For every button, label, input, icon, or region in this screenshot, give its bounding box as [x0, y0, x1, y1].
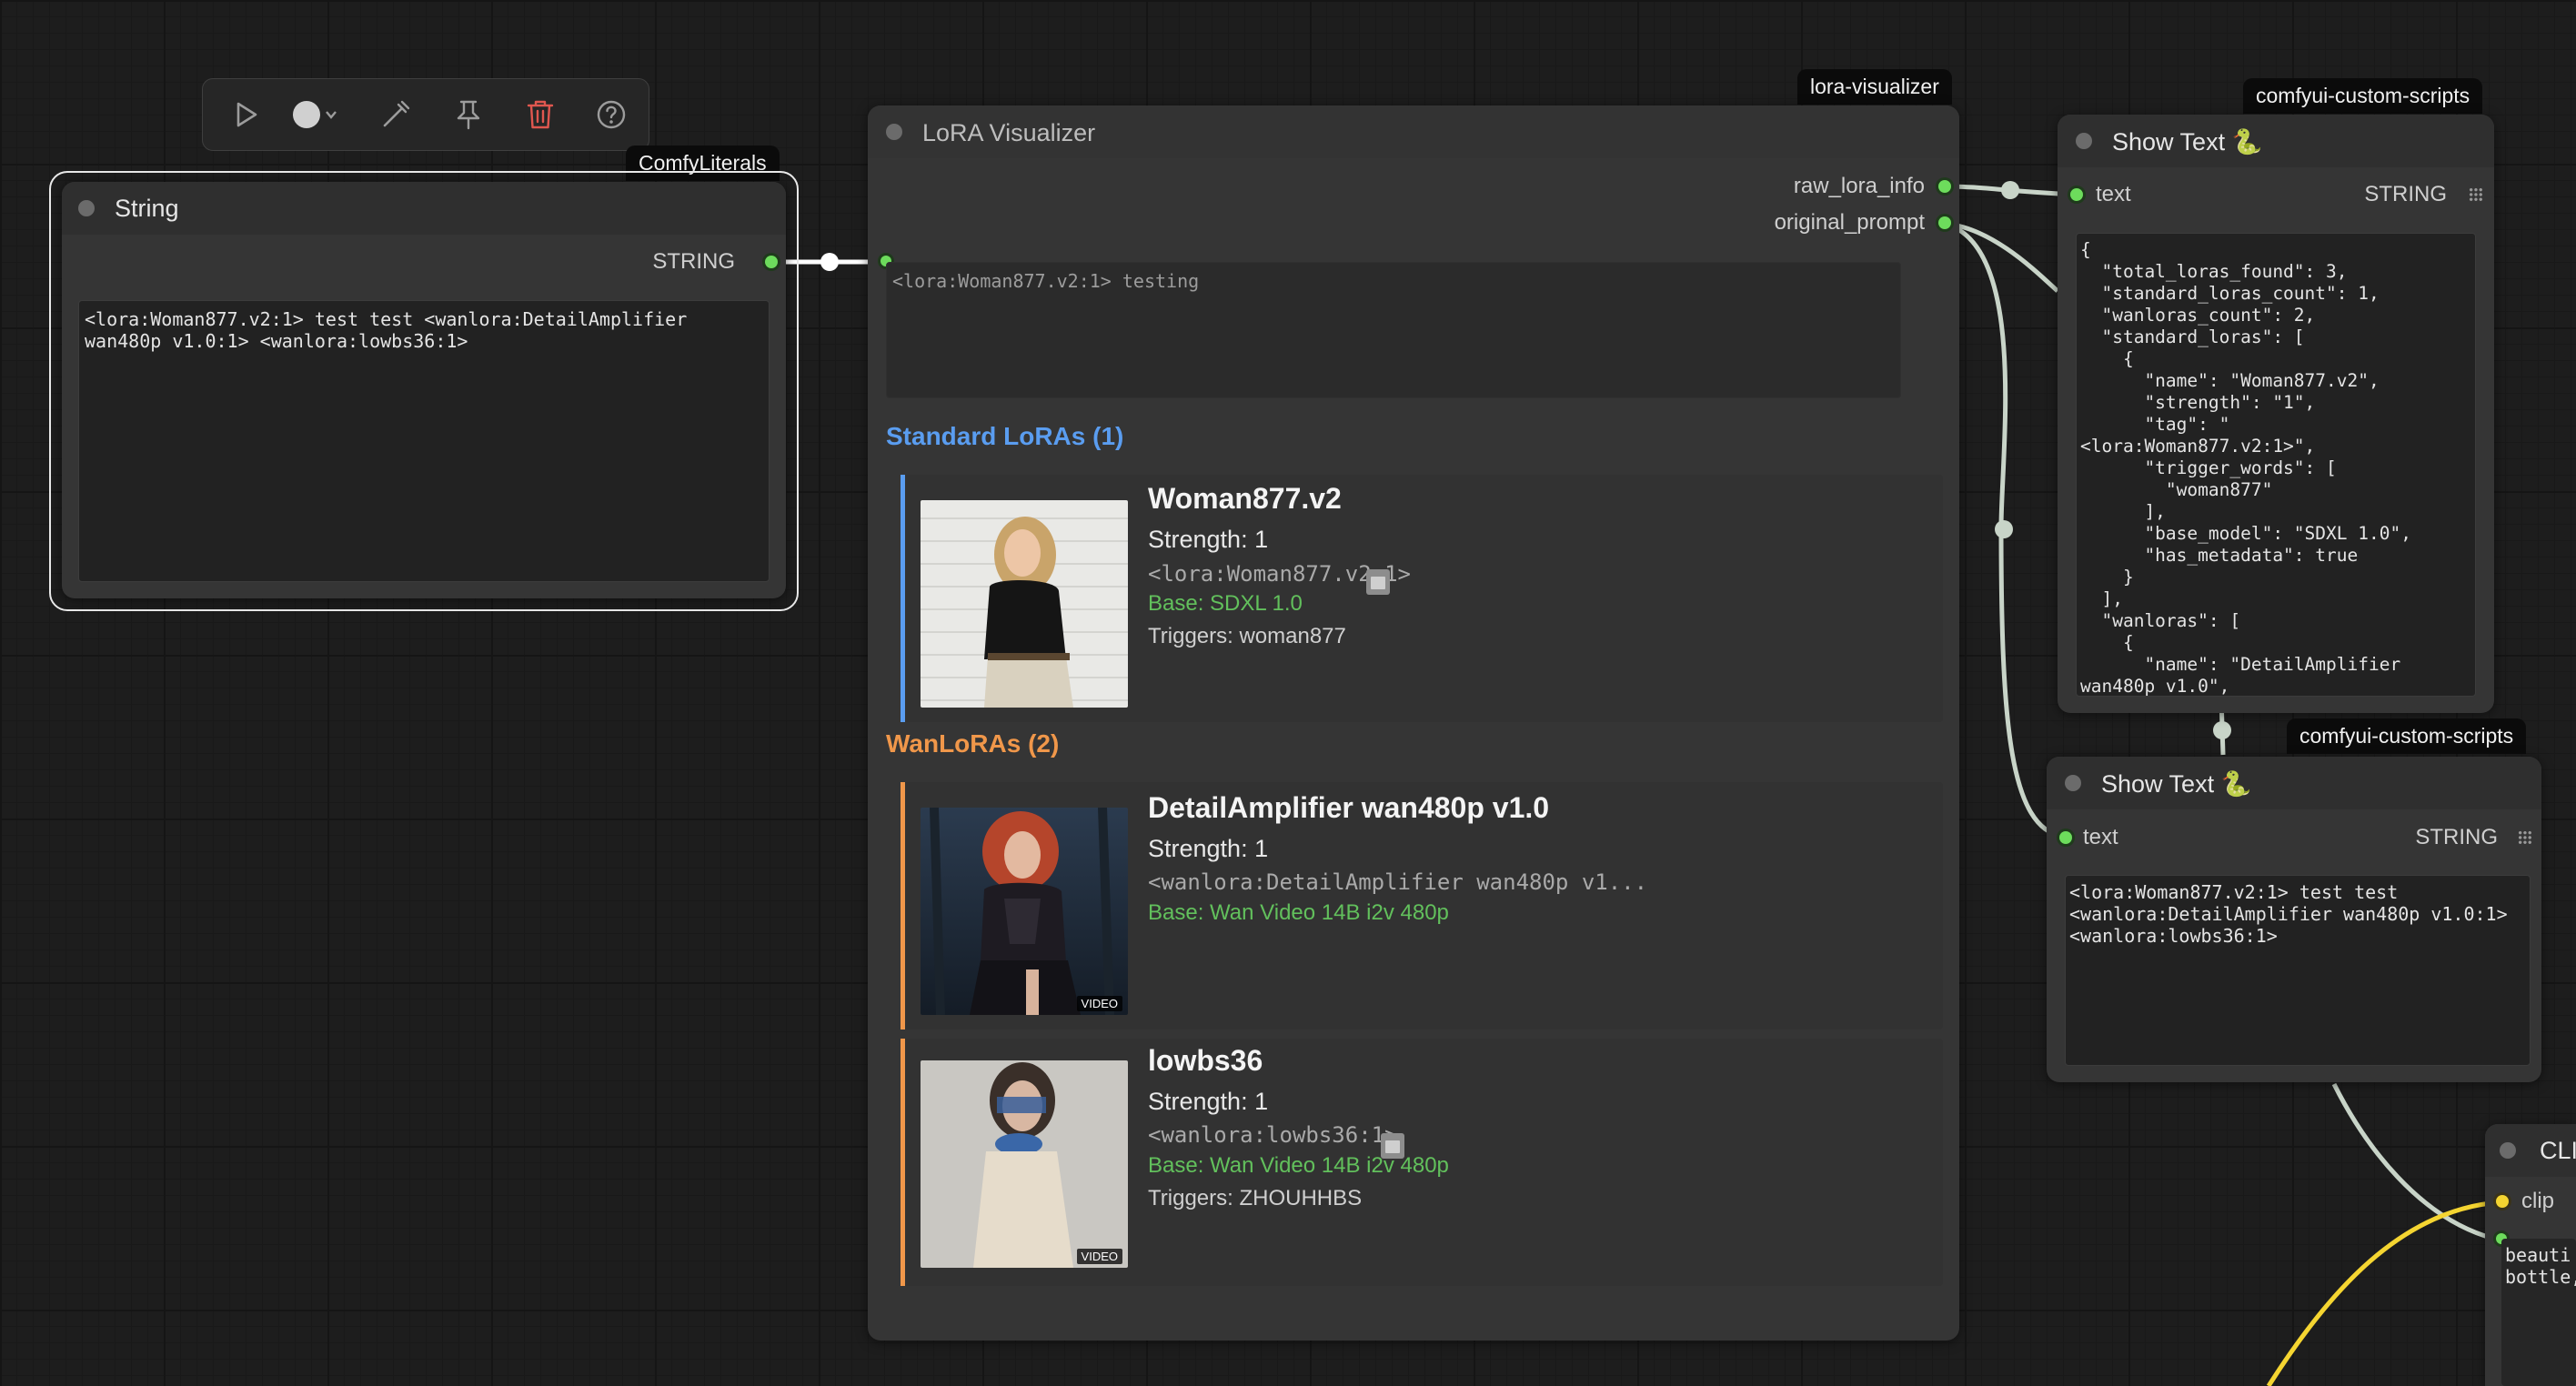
copy-icon[interactable] [1366, 569, 1390, 595]
lora-strength: Strength: 1 [1148, 526, 1269, 553]
wire-reroute-dot [820, 253, 839, 271]
standard-loras-heading: Standard LoRAs (1) [886, 422, 1124, 450]
lora-base-model: Base: Wan Video 14B i2v 480p [1148, 900, 1449, 925]
lora-triggers: Triggers: woman877 [1148, 624, 1346, 648]
string-node[interactable]: String STRING <lora:Woman877.v2:1> test … [62, 182, 786, 598]
node-header[interactable]: CLI [2485, 1124, 2576, 1177]
node-title: String [115, 195, 179, 222]
input-label-text: text [2096, 182, 2131, 206]
card-accent-bar [901, 782, 905, 1029]
node-header[interactable]: Show Text 🐍 [2047, 757, 2541, 809]
node-title: LoRA Visualizer [922, 119, 1096, 146]
clip-text-encode-node[interactable]: CLI clip beauti bottle, [2485, 1124, 2576, 1386]
video-badge: VIDEO [1076, 996, 1122, 1011]
lora-strength: Strength: 1 [1148, 1088, 1269, 1115]
collapse-dot-icon[interactable] [886, 124, 902, 140]
lora-name: DetailAmplifier wan480p v1.0 [1148, 791, 1550, 824]
node-header[interactable]: Show Text 🐍 [2058, 115, 2494, 167]
show-text-node-1[interactable]: Show Text 🐍 text STRING { "total_loras_f… [2058, 115, 2494, 713]
show-text-output-2[interactable]: <lora:Woman877.v2:1> test test <wanlora:… [2065, 875, 2531, 1066]
wire-showtext2-to-clip [2331, 1082, 2495, 1241]
output-label-string: STRING [652, 249, 735, 274]
lora-card: VIDEO DetailAmplifier wan480p v1.0 Stren… [901, 782, 1943, 1029]
show-text-output-1[interactable]: { "total_loras_found": 3, "standard_lora… [2076, 233, 2476, 697]
wire-reroute-dot [2213, 721, 2231, 739]
node-header[interactable]: String [62, 182, 786, 235]
output-label-raw-lora-info: raw_lora_info [1793, 174, 1925, 198]
node-title: Show Text 🐍 [2112, 128, 2263, 156]
lora-tag: <wanlora:lowbs36:1> [1148, 1122, 1398, 1148]
wanloras-heading: WanLoRAs (2) [886, 729, 1060, 758]
output-socket-original-prompt[interactable] [1938, 216, 1951, 229]
collapse-dot-icon[interactable] [78, 200, 95, 216]
wire-original-to-showtext2 [1944, 221, 2064, 839]
lora-triggers: Triggers: ZHOUHHBS [1148, 1186, 1363, 1210]
lora-thumbnail [921, 500, 1128, 708]
node-header[interactable]: LoRA Visualizer [868, 105, 1959, 158]
input-socket-text[interactable] [2059, 831, 2072, 844]
input-label-clip: clip [2521, 1189, 2555, 1213]
collapse-dot-icon[interactable] [2076, 133, 2092, 149]
thumbnail-blue-mask-woman [921, 1060, 1128, 1268]
input-socket-clip[interactable] [2496, 1195, 2509, 1208]
trash-icon[interactable] [523, 97, 558, 132]
lora-base-model: Base: Wan Video 14B i2v 480p [1148, 1153, 1449, 1178]
node-title: Show Text 🐍 [2101, 770, 2252, 798]
node-source-badge: lora-visualizer [1797, 69, 1952, 105]
node-title: CLI [2540, 1137, 2576, 1164]
output-label-string: STRING [2415, 825, 2498, 849]
output-label-string: STRING [2364, 182, 2447, 206]
bypass-wand-icon[interactable] [378, 97, 413, 132]
chevron-down-icon [326, 111, 337, 119]
lora-name: Woman877.v2 [1148, 482, 1342, 515]
pin-icon[interactable] [451, 97, 486, 132]
lora-card: Woman877.v2 Strength: 1 <lora:Woman877.v… [901, 475, 1943, 722]
color-circle-icon[interactable] [290, 97, 341, 132]
selection-toolbar [202, 78, 649, 151]
lora-name: lowbs36 [1148, 1044, 1263, 1077]
prompt-preview: <lora:Woman877.v2:1> testing [886, 262, 1901, 398]
lora-thumbnail: VIDEO [921, 1060, 1128, 1268]
node-source-badge: comfyui-custom-scripts [2287, 718, 2527, 754]
clip-text-preview[interactable]: beauti bottle, [2501, 1239, 2576, 1386]
lora-thumbnail: VIDEO [921, 808, 1128, 1015]
output-grid-icon[interactable] [2469, 187, 2483, 202]
collapse-dot-icon[interactable] [2065, 775, 2081, 791]
output-socket-raw-lora-info[interactable] [1938, 180, 1951, 193]
node-source-badge: comfyui-custom-scripts [2243, 78, 2483, 114]
output-grid-icon[interactable] [2518, 830, 2532, 845]
lora-strength: Strength: 1 [1148, 835, 1269, 862]
help-icon[interactable] [594, 97, 629, 132]
lora-base-model: Base: SDXL 1.0 [1148, 591, 1303, 616]
wire-reroute-dot [2001, 181, 2019, 199]
show-text-node-2[interactable]: Show Text 🐍 text STRING <lora:Woman877.v… [2047, 757, 2541, 1082]
wire-reroute-dot [1995, 520, 2013, 538]
output-label-original-prompt: original_prompt [1774, 210, 1925, 235]
collapse-dot-icon[interactable] [2500, 1142, 2516, 1159]
wire-original-to-right [1944, 221, 2059, 293]
lora-card: VIDEO lowbs36 Strength: 1 <wanlora:lowbs… [901, 1039, 1943, 1286]
input-label-text: text [2083, 825, 2118, 849]
string-value-textarea[interactable]: <lora:Woman877.v2:1> test test <wanlora:… [78, 300, 770, 582]
wire-raw-info-to-showtext1 [1944, 184, 2077, 197]
input-socket-text[interactable] [2070, 188, 2083, 201]
output-socket-string[interactable] [765, 256, 778, 268]
play-icon[interactable] [228, 97, 263, 132]
card-accent-bar [901, 1039, 905, 1286]
lora-tag: <wanlora:DetailAmplifier wan480p v1... [1148, 869, 1648, 895]
wire-clip-yellow [2266, 1200, 2501, 1386]
video-badge: VIDEO [1076, 1249, 1122, 1264]
card-accent-bar [901, 475, 905, 722]
thumbnail-woman-white-wall [921, 500, 1128, 708]
thumbnail-red-hair-woman [921, 808, 1128, 1015]
